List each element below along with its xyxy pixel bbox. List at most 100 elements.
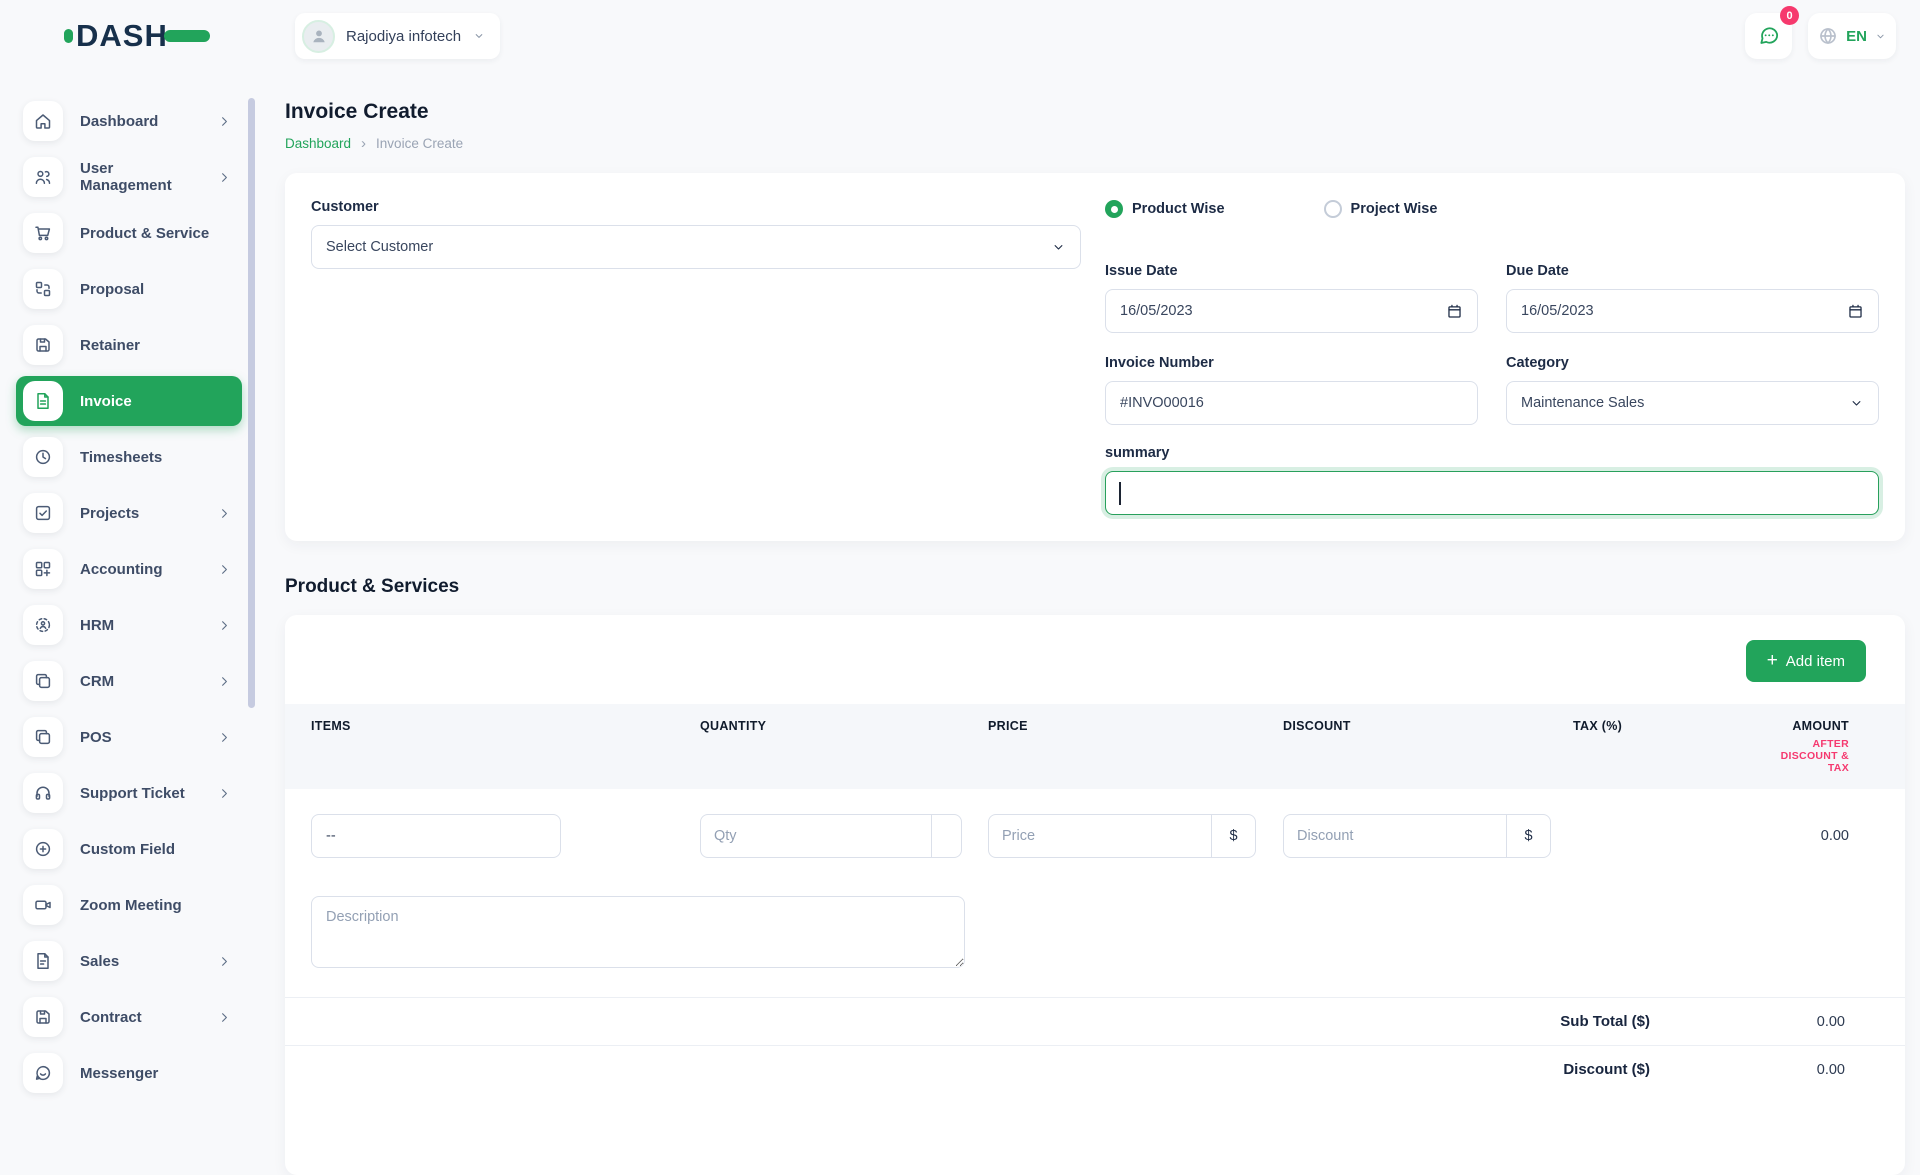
file-icon — [23, 941, 63, 981]
sidebar-item-label: POS — [80, 729, 200, 746]
chevron-right-icon — [217, 170, 232, 185]
sidebar-item-custom-field[interactable]: Custom Field — [16, 824, 242, 874]
invoice-number-input[interactable]: #INVO00016 — [1105, 381, 1478, 425]
radio-label: Project Wise — [1351, 201, 1438, 217]
sidebar-item-messenger[interactable]: Messenger — [16, 1048, 242, 1098]
text-caret — [1119, 482, 1121, 505]
totals-label: Discount ($) — [1563, 1061, 1650, 1078]
invoice-number-label: Invoice Number — [1105, 355, 1478, 371]
calendar-icon[interactable] — [1847, 303, 1864, 320]
summary-textarea[interactable] — [1105, 471, 1879, 515]
sidebar-item-hrm[interactable]: HRM — [16, 600, 242, 650]
sidebar-item-label: Proposal — [80, 281, 232, 298]
sidebar-item-product-service[interactable]: Product & Service — [16, 208, 242, 258]
item-description-textarea[interactable] — [311, 896, 965, 968]
clock-icon — [23, 437, 63, 477]
person-icon — [309, 26, 329, 46]
sidebar-item-label: Timesheets — [80, 449, 232, 466]
invoice-type-radio-group: Product Wise Project Wise — [1105, 199, 1879, 219]
plus-icon: + — [1767, 650, 1778, 672]
brand-logo: DASH — [0, 18, 252, 54]
chevron-right-icon — [217, 506, 232, 521]
amount-subheader: AFTER DISCOUNT & TAX — [1773, 738, 1849, 774]
quantity-addon — [931, 815, 961, 857]
add-item-button[interactable]: + Add item — [1746, 640, 1866, 682]
sidebar-item-projects[interactable]: Projects — [16, 488, 242, 538]
quantity-input[interactable] — [701, 815, 931, 857]
breadcrumb-dashboard-link[interactable]: Dashboard — [285, 136, 351, 151]
item-select-value: -- — [326, 828, 336, 844]
sidebar-item-label: Messenger — [80, 1065, 232, 1082]
category-select-value: Maintenance Sales — [1521, 395, 1644, 411]
column-header-price: PRICE — [988, 719, 1283, 733]
customer-label: Customer — [311, 199, 1081, 215]
sidebar-item-label: Custom Field — [80, 841, 232, 858]
sidebar-item-proposal[interactable]: Proposal — [16, 264, 242, 314]
due-date-label: Due Date — [1506, 263, 1879, 279]
sidebar-item-label: Projects — [80, 505, 200, 522]
sidebar-item-sales[interactable]: Sales — [16, 936, 242, 986]
sidebar-item-zoom-meeting[interactable]: Zoom Meeting — [16, 880, 242, 930]
issue-date-input[interactable]: 16/05/2023 — [1105, 289, 1478, 333]
discount-currency-addon: $ — [1506, 815, 1550, 857]
issue-date-value: 16/05/2023 — [1120, 303, 1193, 319]
video-camera-icon — [23, 885, 63, 925]
sidebar-item-user-management[interactable]: User Management — [16, 152, 242, 202]
discount-input[interactable] — [1284, 815, 1506, 857]
totals-value: 0.00 — [1650, 1062, 1845, 1078]
sidebar-item-contract[interactable]: Contract — [16, 992, 242, 1042]
sidebar-item-invoice[interactable]: Invoice — [16, 376, 242, 426]
radio-dot[interactable] — [1105, 200, 1123, 218]
radio-product-wise[interactable]: Product Wise — [1105, 200, 1225, 218]
item-select[interactable]: -- — [311, 814, 561, 858]
due-date-input[interactable]: 16/05/2023 — [1506, 289, 1879, 333]
price-input[interactable] — [989, 815, 1211, 857]
sidebar-item-label: Dashboard — [80, 113, 200, 130]
customer-select-value: Select Customer — [326, 239, 433, 255]
sidebar-item-label: Sales — [80, 953, 200, 970]
sidebar-item-label: Product & Service — [80, 225, 232, 242]
sidebar-item-accounting[interactable]: Accounting — [16, 544, 242, 594]
chevron-right-icon — [217, 786, 232, 801]
main-content: Invoice Create Dashboard › Invoice Creat… — [285, 100, 1905, 1175]
item-row: -- $ $ 0.00 — [285, 789, 1905, 858]
price-currency-addon: $ — [1211, 815, 1255, 857]
issue-date-label: Issue Date — [1105, 263, 1478, 279]
sidebar-item-retainer[interactable]: Retainer — [16, 320, 242, 370]
messages-button[interactable]: 0 — [1745, 13, 1792, 59]
globe-icon — [1817, 25, 1839, 47]
sidebar-item-label: Zoom Meeting — [80, 897, 232, 914]
category-select[interactable]: Maintenance Sales — [1506, 381, 1879, 425]
sidebar-item-label: Contract — [80, 1009, 200, 1026]
customer-select[interactable]: Select Customer — [311, 225, 1081, 269]
column-header-amount: AMOUNTAFTER DISCOUNT & TAX — [1773, 719, 1879, 774]
category-label: Category — [1506, 355, 1879, 371]
topbar-actions: 0 EN — [1745, 13, 1896, 59]
radio-dot[interactable] — [1324, 200, 1342, 218]
sidebar-item-label: Retainer — [80, 337, 232, 354]
language-selector[interactable]: EN — [1808, 13, 1896, 59]
sidebar-item-timesheets[interactable]: Timesheets — [16, 432, 242, 482]
sidebar-item-support-ticket[interactable]: Support Ticket — [16, 768, 242, 818]
workspace-selector[interactable]: Rajodiya infotech — [295, 13, 500, 59]
chevron-right-icon — [217, 1010, 232, 1025]
sidebar-scrollbar[interactable] — [248, 98, 255, 708]
sidebar-item-dashboard[interactable]: Dashboard — [16, 96, 242, 146]
calendar-icon[interactable] — [1446, 303, 1463, 320]
sidebar-item-pos[interactable]: POS — [16, 712, 242, 762]
chevron-down-icon — [472, 29, 486, 43]
radio-project-wise[interactable]: Project Wise — [1324, 200, 1438, 218]
workspace-name: Rajodiya infotech — [346, 28, 461, 45]
column-header-quantity: QUANTITY — [700, 719, 988, 733]
messages-count-badge: 0 — [1780, 6, 1799, 25]
sidebar-item-label: HRM — [80, 617, 200, 634]
overlap-squares-icon — [23, 661, 63, 701]
proposal-icon — [23, 269, 63, 309]
page-title: Invoice Create — [285, 100, 1905, 124]
column-header-items: ITEMS — [311, 719, 700, 733]
breadcrumb: Dashboard › Invoice Create — [285, 135, 1905, 152]
users-icon — [23, 157, 63, 197]
products-services-section-title: Product & Services — [285, 576, 1905, 598]
breadcrumb-separator: › — [361, 135, 366, 152]
sidebar-item-crm[interactable]: CRM — [16, 656, 242, 706]
